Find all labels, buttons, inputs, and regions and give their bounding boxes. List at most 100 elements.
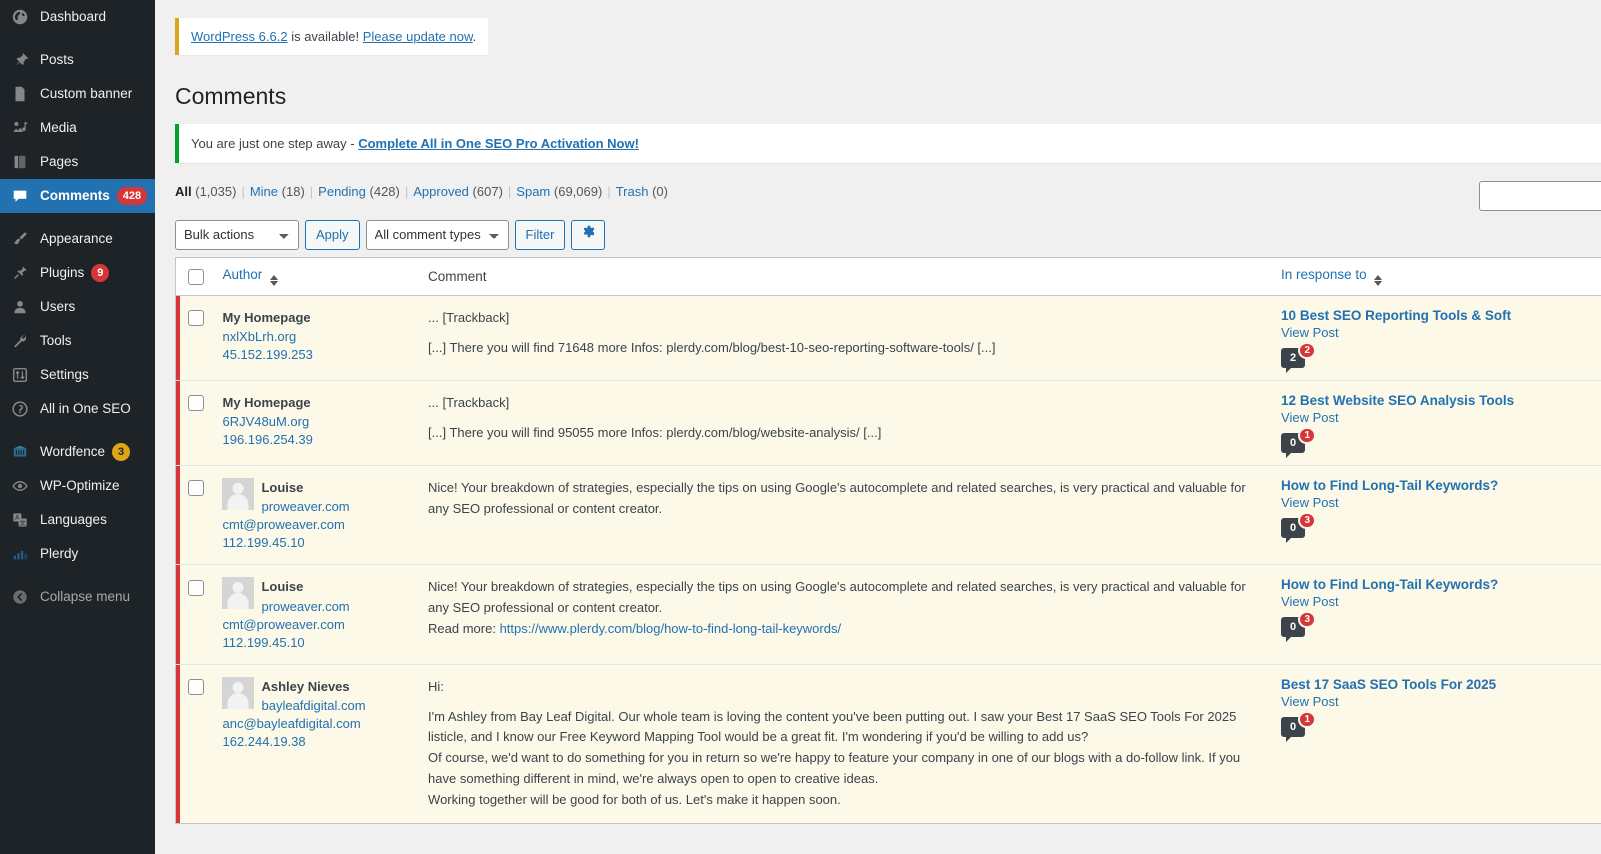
document-icon xyxy=(9,84,31,104)
settings-button[interactable] xyxy=(571,219,606,250)
wordpress-version-link[interactable]: WordPress 6.6.2 xyxy=(191,29,288,44)
author-name: Louise xyxy=(261,579,304,595)
table-row[interactable]: My Homepage 6RJV48uM.org 196.196.254.39...… xyxy=(175,379,1601,466)
comment-readmore-link[interactable]: https://www.plerdy.com/blog/how-to-find-… xyxy=(500,621,842,636)
update-notice-text: is available! xyxy=(287,29,363,44)
author-site-link[interactable]: bayleafdigital.com xyxy=(261,698,365,713)
author-cell: Louise proweaver.com cmt@proweaver.com 112.… xyxy=(212,464,419,565)
view-post-link[interactable]: View Post xyxy=(1281,495,1601,510)
sidebar-item-tools[interactable]: Tools xyxy=(0,324,155,358)
comment-type-select[interactable]: All comment types xyxy=(365,219,509,250)
sidebar-item-languages[interactable]: A 文 Languages xyxy=(0,503,155,537)
response-post-link[interactable]: 10 Best SEO Reporting Tools & Soft xyxy=(1281,308,1511,323)
select-all-checkbox[interactable] xyxy=(188,268,204,285)
view-post-link[interactable]: View Post xyxy=(1281,694,1601,709)
column-header-response[interactable]: In response to xyxy=(1271,257,1601,296)
column-header-author[interactable]: Author xyxy=(212,257,419,296)
row-checkbox[interactable] xyxy=(188,395,204,412)
comment-count-bubble-wrap[interactable]: 03 xyxy=(1281,611,1317,643)
author-ip-link[interactable]: 112.199.45.10 xyxy=(222,635,304,650)
sidebar-item-plerdy[interactable]: Plerdy xyxy=(0,537,155,571)
filter-count-spam: (69,069) xyxy=(553,183,603,199)
view-post-link[interactable]: View Post xyxy=(1281,325,1601,340)
row-checkbox[interactable] xyxy=(188,679,204,696)
table-row[interactable]: Louise proweaver.com cmt@proweaver.com 112.… xyxy=(175,564,1601,665)
apply-button[interactable]: Apply xyxy=(305,219,360,250)
table-row[interactable]: Louise proweaver.com cmt@proweaver.com 112.… xyxy=(175,464,1601,565)
row-checkbox[interactable] xyxy=(188,480,204,497)
row-checkbox[interactable] xyxy=(188,310,204,327)
response-post-link[interactable]: 12 Best Website SEO Analysis Tools xyxy=(1281,393,1514,408)
comment-count-bubble-wrap[interactable]: 03 xyxy=(1281,511,1317,543)
author-email-link[interactable]: anc@bayleafdigital.com xyxy=(222,716,360,731)
filter-link-approved[interactable]: Approved xyxy=(413,184,469,199)
filter-link-pending[interactable]: Pending xyxy=(318,184,366,199)
sidebar-item-all-in-one-seo[interactable]: All in One SEO xyxy=(0,392,155,426)
sidebar-item-custom-banner[interactable]: Custom banner xyxy=(0,77,155,111)
comment-paragraph: [...] There you will find 71648 more Inf… xyxy=(428,339,996,355)
sidebar-item-media[interactable]: Media xyxy=(0,111,155,145)
comment-count-bubble-wrap[interactable]: 01 xyxy=(1281,426,1317,458)
sidebar-item-appearance[interactable]: Appearance xyxy=(0,222,155,256)
filter-link-trash[interactable]: Trash xyxy=(616,184,649,199)
author-site-link[interactable]: nxlXbLrh.org xyxy=(222,329,296,344)
author-ip-link[interactable]: 162.244.19.38 xyxy=(222,734,305,749)
author-name: Ashley Nieves xyxy=(261,678,350,694)
sort-arrows-icon[interactable] xyxy=(270,274,279,286)
wordfence-icon xyxy=(9,442,31,462)
search-input[interactable] xyxy=(1479,180,1601,211)
response-post-link[interactable]: How to Find Long-Tail Keywords? xyxy=(1281,478,1498,493)
author-site-link[interactable]: proweaver.com xyxy=(261,499,349,514)
sidebar-item-comments[interactable]: Comments 428 xyxy=(0,179,155,213)
bulk-actions-select[interactable]: Bulk actions xyxy=(175,219,299,250)
avatar xyxy=(222,577,255,610)
filter-link-mine[interactable]: Mine xyxy=(250,184,278,199)
author-site-link[interactable]: proweaver.com xyxy=(261,599,349,614)
author-site-link[interactable]: 6RJV48uM.org xyxy=(222,414,309,429)
author-ip-link[interactable]: 196.196.254.39 xyxy=(222,432,312,447)
response-post-link[interactable]: How to Find Long-Tail Keywords? xyxy=(1281,577,1498,592)
response-cell: How to Find Long-Tail Keywords? View Post… xyxy=(1271,564,1601,665)
comment-paragraph: [...] There you will find 95055 more Inf… xyxy=(428,424,882,440)
author-email-link[interactable]: cmt@proweaver.com xyxy=(222,617,344,632)
chart-icon xyxy=(9,544,31,564)
view-post-link[interactable]: View Post xyxy=(1281,594,1601,609)
sidebar-item-settings[interactable]: Settings xyxy=(0,358,155,392)
comment-count-bubble-wrap[interactable]: 01 xyxy=(1281,710,1317,742)
comment-cell: Nice! Your breakdown of strategies, espe… xyxy=(418,464,1272,565)
sidebar-item-wordfence[interactable]: Wordfence 3 xyxy=(0,435,155,469)
sidebar-item-collapse-menu[interactable]: Collapse menu xyxy=(0,580,155,614)
sidebar-item-pages[interactable]: Pages xyxy=(0,145,155,179)
sidebar-item-badge: 428 xyxy=(116,187,148,205)
sidebar-item-plugins[interactable]: Plugins 9 xyxy=(0,256,155,290)
sort-arrows-icon[interactable] xyxy=(1374,274,1383,286)
aioseo-activation-link[interactable]: Complete All in One SEO Pro Activation N… xyxy=(358,136,639,151)
author-ip-link[interactable]: 112.199.45.10 xyxy=(222,535,304,550)
sidebar-item-users[interactable]: Users xyxy=(0,290,155,324)
pending-count-badge: 1 xyxy=(1298,710,1317,728)
row-checkbox[interactable] xyxy=(188,579,204,596)
author-email-link[interactable]: cmt@proweaver.com xyxy=(222,517,344,532)
pending-count-badge: 1 xyxy=(1298,426,1317,444)
row-select-cell xyxy=(175,464,213,565)
table-row[interactable]: Ashley Nieves bayleafdigital.com anc@bayle… xyxy=(175,663,1601,824)
sidebar-item-dashboard[interactable]: Dashboard xyxy=(0,0,155,34)
comment-count-bubble-wrap[interactable]: 22 xyxy=(1281,341,1317,373)
response-post-link[interactable]: Best 17 SaaS SEO Tools For 2025 xyxy=(1281,677,1496,692)
filter-count-approved: (607) xyxy=(472,183,503,199)
svg-text:文: 文 xyxy=(19,518,26,527)
filter-link-spam[interactable]: Spam xyxy=(516,184,550,199)
author-ip-link[interactable]: 45.152.199.253 xyxy=(222,347,312,362)
comment-paragraph: Nice! Your breakdown of strategies, espe… xyxy=(428,479,1246,516)
comment-cell: ... [Trackback] [...] There you will find… xyxy=(418,379,1272,466)
filter-link-all[interactable]: All xyxy=(175,184,192,199)
sidebar-item-label: WP-Optimize xyxy=(40,478,120,493)
sidebar-item-badge: 3 xyxy=(112,443,131,461)
filter-button[interactable]: Filter xyxy=(514,219,566,250)
response-cell: 10 Best SEO Reporting Tools & Soft View P… xyxy=(1271,294,1601,381)
table-row[interactable]: My Homepage nxlXbLrh.org 45.152.199.253...… xyxy=(175,294,1601,381)
sidebar-item-posts[interactable]: Posts xyxy=(0,43,155,77)
view-post-link[interactable]: View Post xyxy=(1281,410,1601,425)
sidebar-item-wp-optimize[interactable]: WP-Optimize xyxy=(0,469,155,503)
update-now-link[interactable]: Please update now xyxy=(363,29,473,44)
